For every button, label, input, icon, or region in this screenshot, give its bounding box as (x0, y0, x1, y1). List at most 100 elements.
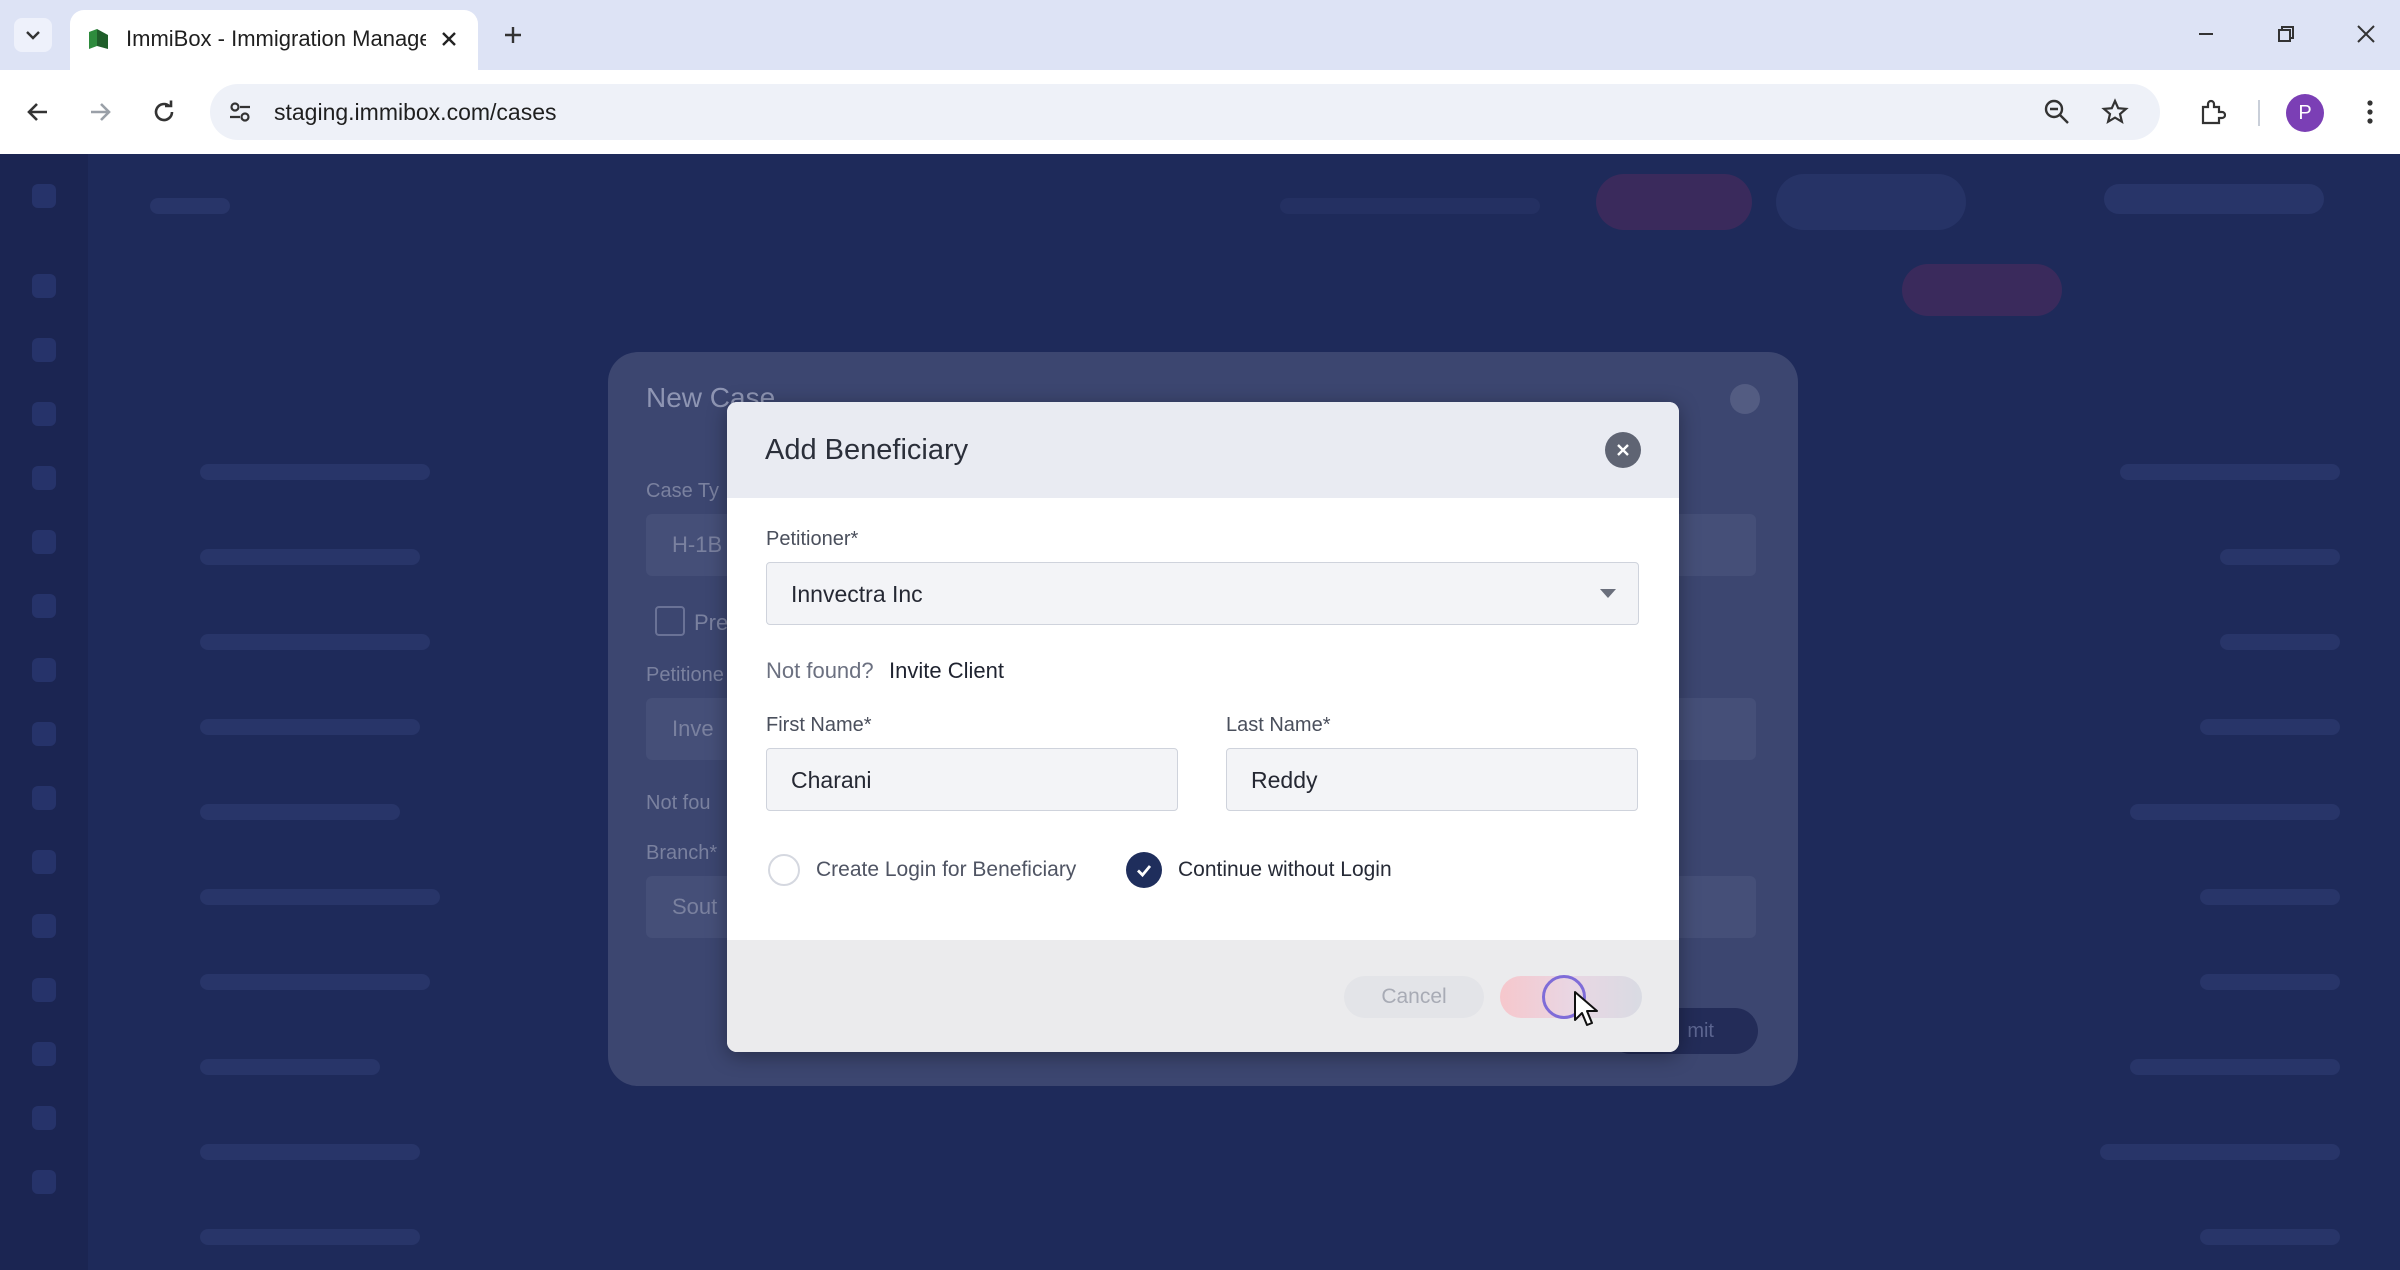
continue-without-login-radio[interactable] (1126, 852, 1162, 888)
dialog-title: Add Beneficiary (765, 434, 969, 466)
profile-avatar[interactable]: P (2286, 94, 2324, 132)
sidebar-icon (32, 1106, 56, 1130)
not-found-label: Not fou (646, 792, 711, 814)
extensions-button[interactable] (2192, 92, 2232, 132)
browser-toolbar: staging.immibox.com/cases P (0, 70, 2400, 154)
cancel-button[interactable]: Cancel (1344, 976, 1484, 1018)
create-login-label[interactable]: Create Login for Beneficiary (816, 858, 1076, 882)
table-row (200, 889, 440, 905)
new-case-close-button (1730, 384, 1760, 414)
table-row (2100, 1144, 2340, 1160)
chevron-down-icon (26, 31, 40, 40)
dialog-close-button[interactable] (1605, 432, 1641, 468)
page-header-placeholder (150, 198, 230, 214)
app-sidebar (0, 154, 88, 1270)
not-found-text: Not found? (766, 658, 874, 683)
zoom-button[interactable] (2040, 95, 2074, 129)
reload-button[interactable] (144, 92, 184, 132)
case-type-label: Case Ty (646, 480, 719, 502)
sidebar-icon (32, 1042, 56, 1066)
table-row (2130, 1059, 2340, 1075)
sidebar-icon (32, 466, 56, 490)
table-row (2200, 974, 2340, 990)
table-row (200, 1229, 420, 1245)
create-login-radio[interactable] (768, 854, 800, 886)
first-name-value: Charani (791, 767, 872, 793)
sidebar-icon (32, 1170, 56, 1194)
immibox-logo-icon (89, 29, 108, 49)
last-name-input[interactable]: Reddy (1226, 748, 1638, 811)
arrow-right-icon (91, 103, 111, 121)
table-row (2200, 1229, 2340, 1245)
sidebar-icon (32, 274, 56, 298)
table-row (200, 549, 420, 565)
close-icon (2357, 25, 2375, 43)
submit-button[interactable] (1500, 975, 1642, 1019)
toolbar-button-placeholder (1902, 264, 2062, 316)
close-window-button[interactable] (2344, 14, 2388, 54)
sidebar-icon (32, 914, 56, 938)
back-button[interactable] (18, 92, 58, 132)
table-row (200, 1144, 420, 1160)
sidebar-icon (32, 530, 56, 554)
first-name-input[interactable]: Charani (766, 748, 1178, 811)
table-row (200, 804, 400, 820)
sidebar-icon (32, 402, 56, 426)
sidebar-icon (32, 722, 56, 746)
sidebar-icon (32, 184, 56, 208)
table-row (200, 974, 430, 990)
dialog-header: Add Beneficiary (727, 402, 1679, 498)
petitioner-value: Innvectra Inc (791, 581, 923, 607)
zoom-out-icon (2044, 99, 2069, 124)
more-vertical-icon (2367, 100, 2373, 124)
sidebar-icon (32, 658, 56, 682)
mouse-cursor-icon (1574, 991, 1598, 1026)
url-text: staging.immibox.com/cases (274, 99, 557, 125)
address-bar[interactable]: staging.immibox.com/cases (210, 84, 2160, 140)
tab-search-button[interactable] (14, 18, 52, 52)
browser-menu-button[interactable] (2350, 92, 2390, 132)
table-row (2130, 804, 2340, 820)
plus-icon (505, 27, 521, 43)
dialog-footer: Cancel (727, 940, 1679, 1052)
close-icon (1617, 444, 1629, 456)
restore-icon (2278, 26, 2294, 42)
forward-button[interactable] (80, 92, 120, 132)
petitioner-select[interactable]: Innvectra Inc (766, 562, 1639, 625)
table-row (200, 464, 430, 480)
user-menu-placeholder (2104, 184, 2324, 214)
browser-tab-active[interactable]: ImmiBox - Immigration Management (70, 10, 478, 70)
restore-window-button[interactable] (2264, 14, 2308, 54)
petitioner-label: Petitione (646, 664, 724, 686)
continue-without-login-label[interactable]: Continue without Login (1178, 858, 1392, 882)
bookmark-button[interactable] (2098, 95, 2132, 129)
site-info-button[interactable] (224, 96, 256, 128)
sidebar-icon (32, 786, 56, 810)
minimize-icon (2199, 33, 2213, 35)
close-icon (442, 32, 456, 46)
branch-value: Sout (672, 894, 718, 919)
tune-icon (230, 102, 250, 122)
last-name-label: Last Name* (1226, 714, 1331, 736)
star-icon (2101, 98, 2129, 124)
sidebar-icon (32, 338, 56, 362)
browser-tab-strip: ImmiBox - Immigration Management (0, 0, 2400, 70)
table-row (2200, 719, 2340, 735)
search-placeholder (1280, 198, 1540, 214)
invite-client-link[interactable]: Invite Client (889, 658, 1004, 684)
table-row (200, 1059, 380, 1075)
table-row (2120, 464, 2340, 480)
sidebar-icon (32, 978, 56, 1002)
sidebar-icon (32, 850, 56, 874)
caret-down-icon (1600, 589, 1616, 598)
minimize-window-button[interactable] (2184, 14, 2228, 54)
header-button-placeholder (1776, 174, 1966, 230)
add-beneficiary-dialog: Add Beneficiary Petitioner* Innvectra In… (727, 402, 1679, 1052)
new-case-checkbox (655, 606, 685, 636)
reload-icon (154, 100, 174, 122)
new-case-checkbox-label: Pre (694, 610, 729, 635)
new-tab-button[interactable] (494, 16, 532, 54)
toolbar-separator (2258, 100, 2260, 126)
tab-close-button[interactable] (432, 22, 466, 56)
sidebar-icon (32, 594, 56, 618)
